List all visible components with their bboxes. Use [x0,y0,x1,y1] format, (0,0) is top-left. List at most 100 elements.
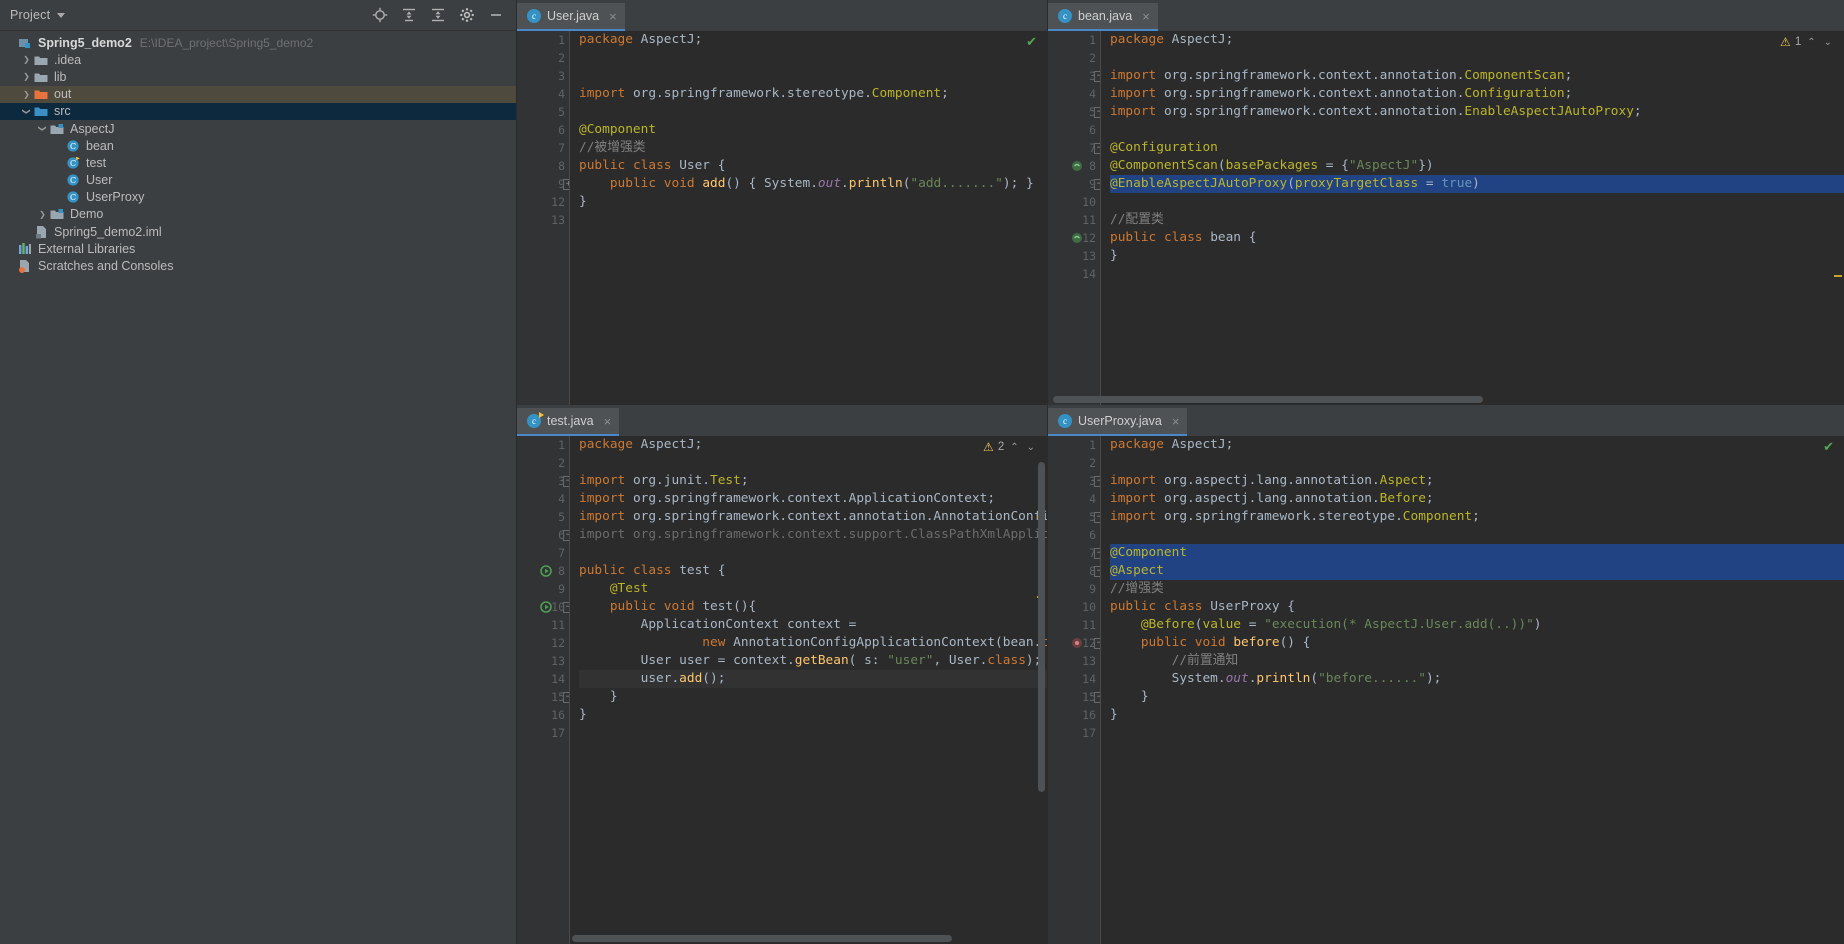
line-number[interactable]: 6 [1048,526,1100,544]
code-line[interactable]: //被增强类 [579,139,1047,157]
line-number[interactable]: 3 [517,67,569,85]
line-number[interactable]: 4 [1048,85,1100,103]
line-number[interactable]: 4 [517,490,569,508]
tree-item-userproxy[interactable]: C UserProxy [0,189,516,206]
code-line[interactable]: } [1110,706,1844,724]
code-line[interactable]: public void test(){ [579,598,1047,616]
line-number[interactable]: 14 [517,670,569,688]
line-number[interactable]: 8 [517,562,569,580]
editor-body-bean[interactable]: 12−34−56−78−91011121314 package AspectJ;… [1048,31,1844,405]
line-number[interactable]: 1 [1048,436,1100,454]
code-line[interactable]: import org.springframework.context.Appli… [579,490,1047,508]
settings-gear-icon[interactable] [459,7,475,23]
hide-tool-window-icon[interactable] [488,7,504,23]
line-number[interactable]: 11 [517,616,569,634]
code-line[interactable]: import org.springframework.context.annot… [1110,67,1844,85]
tree-item-src[interactable]: ❯ src [0,102,516,120]
line-number[interactable]: 4 [517,85,569,103]
line-number[interactable]: 13 [1048,652,1100,670]
code-line[interactable]: import org.aspectj.lang.annotation.Aspec… [1110,472,1844,490]
chevron-down-icon[interactable]: ❯ [38,122,47,135]
line-number[interactable]: 10 [517,598,569,616]
close-icon[interactable]: × [1142,9,1150,24]
code-line[interactable]: //前置通知 [1110,652,1844,670]
code-line[interactable]: new AnnotationConfigApplicationContext(b… [579,634,1047,652]
line-number[interactable]: 12 [1048,229,1100,247]
gutter-test[interactable]: 12−345−6789−1011121314−151617 [517,436,574,944]
code-line[interactable] [579,454,1047,472]
line-number[interactable]: 5 [517,103,569,121]
line-number[interactable]: 3 [1048,472,1100,490]
close-icon[interactable]: × [604,414,612,429]
line-number[interactable]: 12 [1048,634,1100,652]
bean-gutter-icon[interactable] [1070,231,1084,245]
code-area-test[interactable]: package AspectJ; import org.junit.Test; i… [569,436,1047,944]
code-line[interactable]: user.add(); [579,670,1047,688]
line-number[interactable]: 3 [517,472,569,490]
code-line[interactable]: import org.springframework.context.suppo… [579,526,1047,544]
editor-body-userproxy[interactable]: 12−34−56−7−891011−121314−151617 package … [1048,436,1844,944]
chevron-down-icon[interactable] [57,12,66,18]
code-line[interactable] [579,103,1047,121]
close-icon[interactable]: × [609,9,617,24]
run-icon[interactable] [539,600,553,614]
line-number[interactable]: 5 [1048,508,1100,526]
code-line[interactable]: import org.springframework.context.annot… [579,508,1047,526]
code-line[interactable] [579,211,1047,229]
code-line[interactable]: //配置类 [1110,211,1844,229]
code-line[interactable]: @Component [1110,544,1844,562]
locate-icon[interactable] [372,7,388,23]
line-number[interactable]: 7 [1048,139,1100,157]
line-number[interactable]: 12 [517,634,569,652]
code-line[interactable]: public void before() { [1110,634,1844,652]
line-number[interactable]: 14 [1048,670,1100,688]
line-number[interactable]: 13 [517,211,569,229]
gutter-userproxy[interactable]: 12−34−56−7−891011−121314−151617 [1048,436,1105,944]
line-number[interactable]: 7 [517,139,569,157]
code-line[interactable] [1110,454,1844,472]
line-number[interactable]: 13 [517,652,569,670]
tree-item-scratches-and-consoles[interactable]: Scratches and Consoles [0,257,516,274]
line-number[interactable]: 16 [1048,706,1100,724]
code-area-userproxy[interactable]: package AspectJ; import org.aspectj.lang… [1100,436,1844,944]
code-line[interactable]: @ComponentScan(basePackages = {"AspectJ"… [1110,157,1844,175]
tree-item-external-libraries[interactable]: External Libraries [0,240,516,257]
line-number[interactable]: 9 [517,580,569,598]
code-line[interactable] [579,67,1047,85]
code-area-user[interactable]: package AspectJ; import org.springframew… [569,31,1047,405]
collapse-all-icon[interactable] [401,7,417,23]
code-line[interactable]: import org.springframework.stereotype.Co… [579,85,1047,103]
line-number[interactable]: 5 [517,508,569,526]
code-area-bean[interactable]: package AspectJ; import org.springframew… [1100,31,1844,405]
chevron-right-icon[interactable]: ❯ [20,55,33,64]
line-number[interactable]: 16 [517,706,569,724]
project-tool-window-title[interactable]: Project [10,8,50,22]
code-line[interactable]: package AspectJ; [579,436,1047,454]
gutter-user[interactable]: 12345678+91213 [517,31,574,405]
tree-item-bean[interactable]: Cbean [0,137,516,154]
code-line[interactable]: User user = context.getBean( s: "user", … [579,652,1047,670]
code-line[interactable]: public class UserProxy { [1110,598,1844,616]
tree-item-idea[interactable]: ❯ .idea [0,51,516,68]
editor-body-test[interactable]: 12−345−6789−1011121314−151617 package As… [517,436,1047,944]
aspect-gutter-icon[interactable] [1070,636,1084,650]
tab-userproxy-java[interactable]: c UserProxy.java × [1048,408,1188,436]
line-number[interactable]: 4 [1048,490,1100,508]
code-line[interactable]: import org.springframework.context.annot… [1110,103,1844,121]
code-line[interactable]: } [1110,247,1844,265]
code-line[interactable]: } [579,706,1047,724]
code-line[interactable] [1110,265,1844,283]
horizontal-scrollbar-test[interactable] [572,935,952,942]
code-line[interactable]: package AspectJ; [1110,31,1844,49]
code-line[interactable]: } [1110,688,1844,706]
next-problem-icon[interactable]: ⌄ [1822,37,1834,48]
code-line[interactable]: package AspectJ; [1110,436,1844,454]
code-line[interactable]: import org.springframework.context.annot… [1110,85,1844,103]
code-line[interactable]: public void add() { System.out.println("… [579,175,1047,193]
code-line[interactable]: @Aspect [1110,562,1844,580]
vertical-scrollbar-test[interactable] [1038,462,1045,792]
line-number[interactable]: 10 [1048,598,1100,616]
line-number[interactable]: 17 [517,724,569,742]
tab-test-java[interactable]: c test.java × [517,408,620,436]
line-number[interactable]: 8 [1048,562,1100,580]
